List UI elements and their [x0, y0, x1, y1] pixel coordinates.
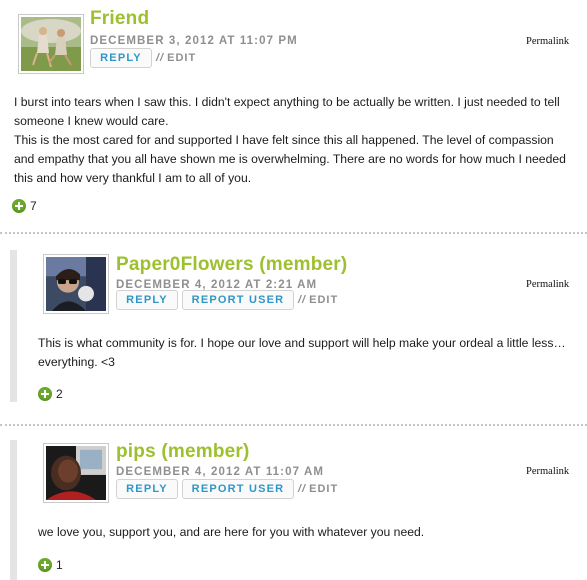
comment-date: DECEMBER 4, 2012 AT 11:07 AM	[116, 466, 325, 478]
comment-author[interactable]: Paper0Flowers (member)	[116, 254, 347, 276]
edit-link[interactable]: EDIT	[309, 294, 338, 306]
comment-paragraph: we love you, support you, and are here f…	[38, 525, 425, 539]
permalink-link[interactable]: Permalink	[526, 466, 569, 477]
edit-link-group: //EDIT	[156, 52, 196, 64]
comment-divider	[0, 424, 587, 426]
comment-paragraph: This is what community is for. I hope ou…	[38, 336, 566, 369]
edit-link-group: //EDIT	[298, 294, 338, 306]
comment-actions: REPLY REPORT USER //EDIT	[116, 479, 338, 499]
vote-count: 1	[56, 558, 63, 572]
separator: //	[298, 483, 307, 495]
plus-circle-icon[interactable]	[38, 387, 52, 401]
report-user-button[interactable]: REPORT USER	[182, 479, 294, 499]
vote-count: 2	[56, 387, 63, 401]
comment-body: we love you, support you, and are here f…	[38, 523, 578, 542]
separator: //	[298, 294, 307, 306]
comment-actions: REPLY //EDIT	[90, 48, 196, 68]
vote-widget: 2	[38, 387, 63, 401]
comment-author[interactable]: pips (member)	[116, 441, 250, 463]
vote-widget: 1	[38, 558, 63, 572]
avatar-friend[interactable]	[18, 14, 84, 74]
plus-circle-icon[interactable]	[12, 199, 26, 213]
permalink-link[interactable]: Permalink	[526, 279, 569, 290]
comment-actions: REPLY REPORT USER //EDIT	[116, 290, 338, 310]
edit-link[interactable]: EDIT	[167, 52, 196, 64]
reply-button[interactable]: REPLY	[116, 479, 178, 499]
separator: //	[156, 52, 165, 64]
plus-circle-icon[interactable]	[38, 558, 52, 572]
vote-widget: 7	[12, 199, 37, 213]
permalink-link[interactable]: Permalink	[526, 36, 569, 47]
edit-link[interactable]: EDIT	[309, 483, 338, 495]
comment-date: DECEMBER 3, 2012 AT 11:07 PM	[90, 35, 298, 47]
reply-indent-rail	[10, 250, 17, 402]
comment-paragraph: I burst into tears when I saw this. I di…	[14, 95, 560, 128]
reply-button[interactable]: REPLY	[90, 48, 152, 68]
reply-indent-rail	[10, 440, 17, 580]
comment-author[interactable]: Friend	[90, 8, 149, 30]
vote-count: 7	[30, 199, 37, 213]
comment-divider	[0, 232, 587, 234]
avatar-paper0flowers[interactable]	[43, 254, 109, 314]
avatar-pips[interactable]	[43, 443, 109, 503]
report-user-button[interactable]: REPORT USER	[182, 290, 294, 310]
edit-link-group: //EDIT	[298, 483, 338, 495]
comment-body: This is what community is for. I hope ou…	[38, 334, 578, 372]
reply-button[interactable]: REPLY	[116, 290, 178, 310]
comment-paragraph: This is the most cared for and supported…	[14, 133, 566, 185]
comment-body: I burst into tears when I saw this. I di…	[14, 93, 574, 188]
